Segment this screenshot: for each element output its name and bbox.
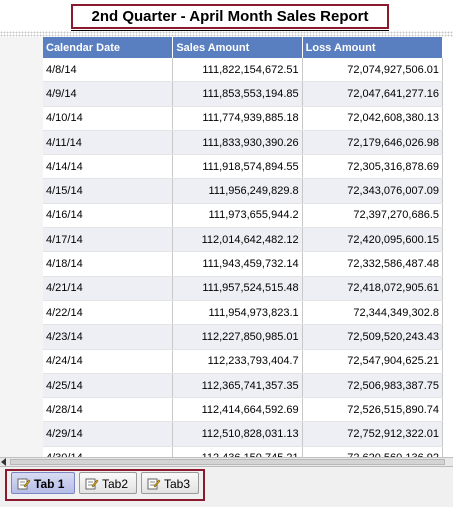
cell-calendar-date: 4/23/14 — [43, 324, 174, 350]
table-row: 4/21/14 111,957,524,515.48 72,418,072,905.… — [43, 276, 444, 301]
cell-loss-amount: 72,547,904,625.21 — [302, 349, 444, 374]
cell-calendar-date: 4/14/14 — [43, 154, 174, 180]
cell-sales-amount: 111,774,939,885.18 — [172, 106, 303, 131]
tab-1[interactable]: Tab 1 — [11, 472, 75, 494]
cell-sales-amount: 111,943,459,732.14 — [172, 251, 303, 277]
cell-loss-amount: 72,506,983,387.75 — [302, 373, 444, 399]
horizontal-scrollbar[interactable] — [0, 457, 453, 466]
table-row: 4/8/14 111,822,154,672.51 72,074,927,506.0… — [43, 58, 444, 83]
table-row: 4/11/14 111,833,930,390.26 72,179,646,026.… — [43, 130, 444, 156]
scrollbar-thumb[interactable] — [10, 459, 445, 465]
cell-sales-amount: 112,510,828,031.13 — [172, 421, 303, 447]
cell-sales-amount: 111,956,249,829.8 — [172, 178, 303, 204]
tab-label: Tab2 — [102, 477, 129, 491]
cell-calendar-date: 4/16/14 — [43, 203, 174, 229]
sales-report-table: Calendar Date Sales Amount Loss Amount 4… — [43, 37, 444, 457]
cell-calendar-date: 4/9/14 — [43, 81, 174, 107]
cell-sales-amount: 111,954,973,823.1 — [172, 300, 303, 326]
table-row: 4/16/14 111,973,655,944.2 72,397,270,686.5 — [43, 203, 444, 229]
cell-calendar-date: 4/24/14 — [43, 349, 174, 374]
table-row: 4/18/14 111,943,459,732.14 72,332,586,487.… — [43, 251, 444, 277]
cell-sales-amount: 111,853,553,194.85 — [172, 81, 303, 107]
cell-calendar-date: 4/10/14 — [43, 106, 174, 131]
cell-loss-amount: 72,752,912,322.01 — [302, 421, 444, 447]
sheet-tab-bar: Tab 1 Tab2 Tab3 — [0, 466, 453, 507]
cell-loss-amount: 72,305,316,878.69 — [302, 154, 444, 180]
cell-calendar-date: 4/28/14 — [43, 397, 174, 423]
tab-3[interactable]: Tab3 — [141, 472, 199, 494]
edit-icon — [85, 478, 99, 490]
table-row: 4/14/14 111,918,574,894.55 72,305,316,878.… — [43, 154, 444, 180]
cell-loss-amount: 72,509,520,243.43 — [302, 324, 444, 350]
edit-icon — [147, 478, 161, 490]
cell-sales-amount: 111,973,655,944.2 — [172, 203, 303, 229]
table-row: 4/25/14 112,365,741,357.35 72,506,983,387.… — [43, 373, 444, 399]
table-row: 4/15/14 111,956,249,829.8 72,343,076,007.0… — [43, 178, 444, 204]
column-header-loss-amount[interactable]: Loss Amount — [302, 37, 444, 58]
cell-sales-amount: 112,227,850,985.01 — [172, 324, 303, 350]
cell-sales-amount: 112,436,150,745.21 — [172, 446, 303, 457]
scroll-left-arrow-icon[interactable] — [1, 458, 6, 466]
cell-calendar-date: 4/22/14 — [43, 300, 174, 326]
report-title: 2nd Quarter - April Month Sales Report — [91, 8, 369, 25]
cell-sales-amount: 112,414,664,592.69 — [172, 397, 303, 423]
table-row: 4/24/14 112,233,793,404.7 72,547,904,625.2… — [43, 349, 444, 374]
table-row: 4/10/14 111,774,939,885.18 72,042,608,380.… — [43, 106, 444, 131]
cell-loss-amount: 72,047,641,277.16 — [302, 81, 444, 107]
cell-calendar-date: 4/17/14 — [43, 227, 174, 253]
table-row: 4/28/14 112,414,664,592.69 72,526,515,890.… — [43, 397, 444, 423]
edit-icon — [17, 478, 31, 490]
cell-calendar-date: 4/11/14 — [43, 130, 174, 156]
cell-sales-amount: 112,233,793,404.7 — [172, 349, 303, 374]
cell-loss-amount: 72,074,927,506.01 — [302, 58, 444, 83]
table-row: 4/17/14 112,014,642,482.12 72,420,095,600.… — [43, 227, 444, 253]
cell-calendar-date: 4/15/14 — [43, 178, 174, 204]
cell-calendar-date: 4/18/14 — [43, 251, 174, 277]
cell-calendar-date: 4/29/14 — [43, 421, 174, 447]
cell-loss-amount: 72,526,515,890.74 — [302, 397, 444, 423]
table-row: 4/9/14 111,853,553,194.85 72,047,641,277.1… — [43, 81, 444, 107]
tab-2[interactable]: Tab2 — [79, 472, 137, 494]
tab-label: Tab3 — [164, 477, 191, 491]
cell-loss-amount: 72,332,586,487.48 — [302, 251, 444, 277]
cell-loss-amount: 72,420,095,600.15 — [302, 227, 444, 253]
cell-loss-amount: 72,620,560,136.92 — [302, 446, 444, 457]
cell-sales-amount: 112,365,741,357.35 — [172, 373, 303, 399]
cell-loss-amount: 72,418,072,905.61 — [302, 276, 444, 301]
report-title-box: 2nd Quarter - April Month Sales Report — [71, 4, 389, 29]
cell-sales-amount: 111,833,930,390.26 — [172, 130, 303, 156]
column-header-calendar-date[interactable]: Calendar Date — [43, 37, 174, 58]
cell-loss-amount: 72,042,608,380.13 — [302, 106, 444, 131]
cell-calendar-date: 4/25/14 — [43, 373, 174, 399]
cell-sales-amount: 111,918,574,894.55 — [172, 154, 303, 180]
cell-sales-amount: 112,014,642,482.12 — [172, 227, 303, 253]
table-row: 4/29/14 112,510,828,031.13 72,752,912,322.… — [43, 421, 444, 447]
cell-calendar-date: 4/21/14 — [43, 276, 174, 301]
cell-sales-amount: 111,822,154,672.51 — [172, 58, 303, 83]
table-row: 4/23/14 112,227,850,985.01 72,509,520,243.… — [43, 324, 444, 350]
cell-loss-amount: 72,344,349,302.8 — [302, 300, 444, 326]
report-viewport[interactable]: Calendar Date Sales Amount Loss Amount 4… — [0, 37, 453, 457]
table-row: 4/22/14 111,954,973,823.1 72,344,349,302.8 — [43, 300, 444, 326]
cell-sales-amount: 111,957,524,515.48 — [172, 276, 303, 301]
column-header-sales-amount[interactable]: Sales Amount — [172, 37, 303, 58]
cell-calendar-date: 4/30/14 — [43, 446, 174, 457]
tab-label: Tab 1 — [34, 477, 65, 491]
table-header-row: Calendar Date Sales Amount Loss Amount — [43, 37, 444, 58]
table-row: 4/30/14112,436,150,745.2172,620,560,136.… — [43, 446, 444, 457]
cell-loss-amount: 72,179,646,026.98 — [302, 130, 444, 156]
cell-calendar-date: 4/8/14 — [43, 58, 174, 83]
cell-loss-amount: 72,343,076,007.09 — [302, 178, 444, 204]
cell-loss-amount: 72,397,270,686.5 — [302, 203, 444, 229]
